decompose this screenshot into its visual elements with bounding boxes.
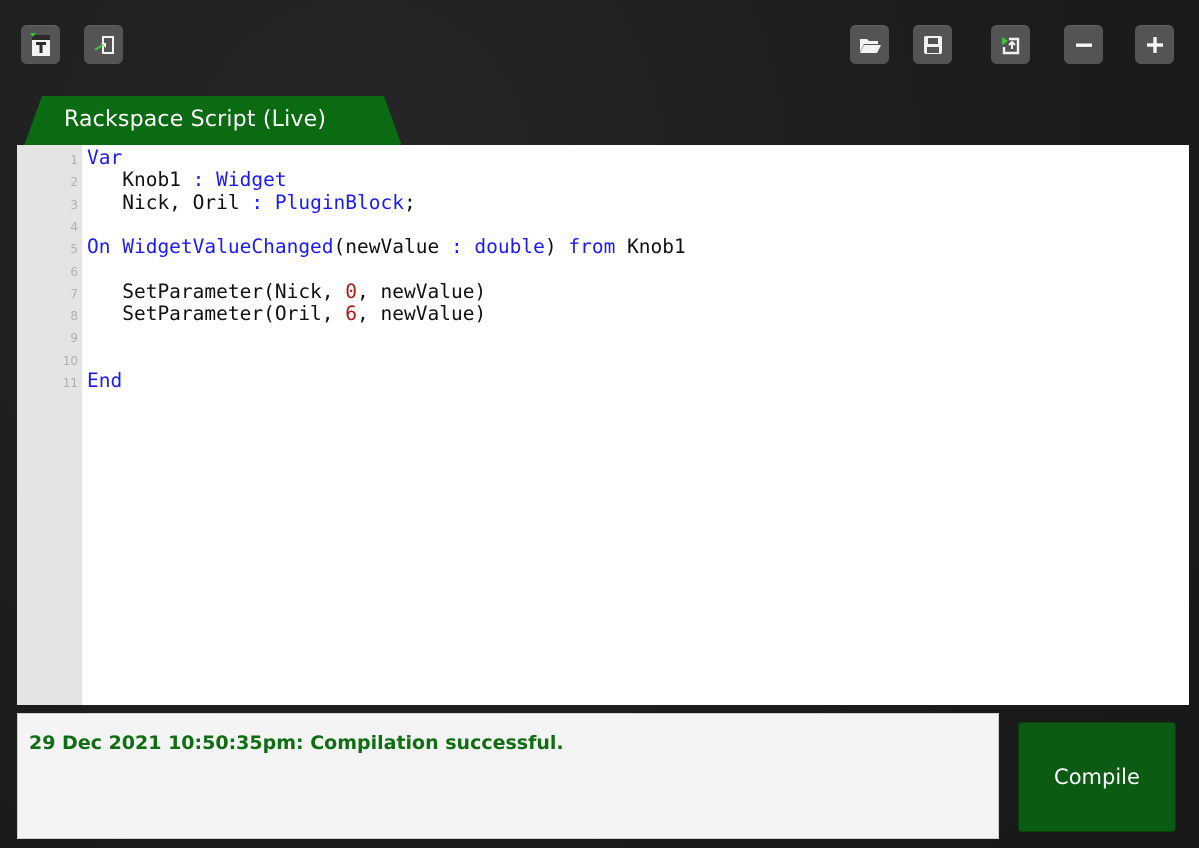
code-text: Nick, Oril : PluginBlock; — [87, 190, 416, 214]
open-button[interactable] — [850, 25, 889, 64]
code-line: 7 SetParameter(Nick, 0, newValue) — [17, 279, 1189, 303]
line-number: 3 — [70, 197, 78, 212]
save-icon — [922, 34, 944, 56]
compile-button[interactable]: Compile — [1018, 722, 1176, 832]
script-text-button[interactable] — [21, 25, 60, 64]
line-number: 7 — [70, 286, 78, 301]
zoom-in-button[interactable] — [1135, 25, 1174, 64]
code-line: 10 — [17, 348, 1189, 370]
code-line: 3 Nick, Oril : PluginBlock; — [17, 190, 1189, 214]
status-panel: 29 Dec 2021 10:50:35pm: Compilation succ… — [17, 713, 999, 839]
code-text: SetParameter(Nick, 0, newValue) — [87, 279, 487, 303]
code-text: Knob1 : Widget — [87, 168, 287, 192]
line-number: 8 — [70, 309, 78, 324]
open-folder-icon — [858, 35, 882, 55]
code-line: 6 — [17, 259, 1189, 281]
line-number: 2 — [70, 175, 78, 190]
code-line: 4 — [17, 214, 1189, 236]
script-editor-window: Rackspace Script (Live) 1 Var 2 Knob1 : Wi… — [0, 0, 1199, 848]
line-number: 9 — [70, 331, 78, 346]
script-text-icon — [29, 32, 53, 58]
code-text: Var — [87, 146, 123, 169]
plus-icon — [1144, 34, 1166, 56]
tab-rackspace-script[interactable]: Rackspace Script (Live) — [24, 96, 404, 146]
export-button[interactable] — [991, 25, 1030, 64]
code-text: On WidgetValueChanged(newValue : double)… — [87, 235, 686, 259]
code-line: 11 End — [17, 370, 1189, 392]
code-text: End — [87, 369, 123, 392]
code-text: SetParameter(Oril, 6, newValue) — [87, 302, 487, 326]
export-icon — [999, 33, 1023, 57]
zoom-out-button[interactable] — [1064, 25, 1103, 64]
code-line: 5 On WidgetValueChanged(newValue : double… — [17, 236, 1189, 258]
code-line: 9 — [17, 325, 1189, 347]
line-number: 5 — [70, 242, 78, 257]
tab-label: Rackspace Script (Live) — [64, 107, 327, 132]
import-button[interactable] — [84, 25, 123, 64]
save-button[interactable] — [913, 25, 952, 64]
import-icon — [92, 33, 116, 57]
line-number: 11 — [62, 376, 78, 390]
status-message: 29 Dec 2021 10:50:35pm: Compilation succ… — [29, 732, 564, 754]
code-line: 8 SetParameter(Oril, 6, newValue) — [17, 303, 1189, 325]
line-number: 1 — [70, 153, 78, 167]
code-line: 2 Knob1 : Widget — [17, 169, 1189, 191]
code-editor[interactable]: 1 Var 2 Knob1 : Widget 3 Nick, Oril : Plugi… — [17, 145, 1189, 705]
minus-icon — [1073, 34, 1095, 56]
line-number: 6 — [70, 264, 78, 279]
line-number: 10 — [62, 353, 78, 368]
code-line: 1 Var — [17, 147, 1189, 169]
line-number: 4 — [70, 219, 78, 234]
